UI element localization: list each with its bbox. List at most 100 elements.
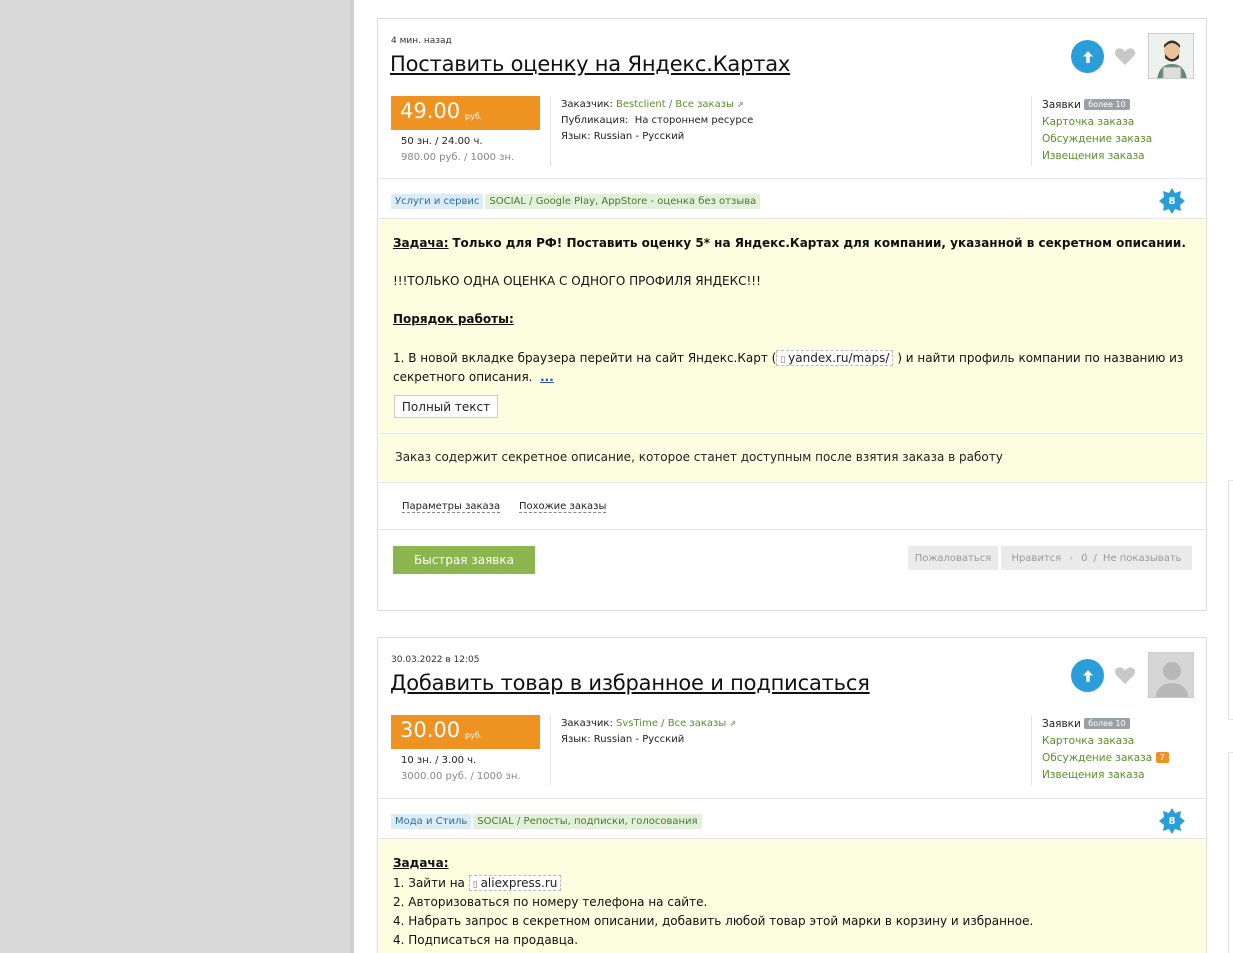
star-number: 8: [1168, 195, 1176, 207]
order-links: Заявки более 10 Карточка заказа Обсужден…: [1042, 716, 1169, 784]
order-title-link[interactable]: Добавить товар в избранное и подписаться: [390, 671, 870, 695]
all-orders-link[interactable]: Все заказы: [668, 718, 727, 729]
order-discussion-link[interactable]: Обсуждение заказа: [1042, 752, 1152, 764]
price-currency: руб.: [465, 731, 483, 740]
order-links: Заявки более 10 Карточка заказа Обсужден…: [1042, 97, 1152, 165]
price-volume: 50 зн. / 24.00 ч.: [401, 136, 483, 147]
language-value: Russian - Русский: [593, 734, 685, 745]
url-chip-text: aliexpress.ru: [480, 876, 558, 890]
full-text-button[interactable]: Полный текст: [394, 395, 498, 418]
publication-label: Публикация:: [561, 115, 629, 126]
chevron-left-icon: ‹: [1069, 552, 1074, 564]
right-side-widget: [1228, 480, 1233, 720]
category-tag[interactable]: Мода и Стиль: [391, 814, 472, 829]
step1-text: 1. Зайти на: [393, 876, 465, 890]
subcategory-tag[interactable]: SOCIAL / Google Play, AppStore - оценка …: [485, 194, 761, 209]
order-time: 4 мин. назад: [391, 36, 452, 46]
level-star-badge: 8: [1158, 187, 1186, 215]
avatar-image-icon: [1149, 34, 1193, 78]
bids-count-badge: более 10: [1084, 99, 1130, 110]
discussion-count-badge: 7: [1155, 752, 1169, 763]
hide-button[interactable]: Не показывать: [1103, 553, 1182, 564]
order-card: 4 мин. назад Поставить оценку на Яндекс.…: [377, 18, 1207, 611]
arrow-up-icon: [1082, 50, 1093, 63]
star-number: 8: [1168, 815, 1176, 827]
heart-icon[interactable]: [1113, 663, 1137, 687]
step3-text: 4. Набрать запрос в секретном описании, …: [393, 914, 1034, 928]
level-star-badge: 8: [1158, 807, 1186, 835]
bids-count-badge: более 10: [1084, 718, 1130, 729]
secret-notice-block: Заказ содержит секретное описание, котор…: [379, 433, 1205, 481]
quick-bid-button[interactable]: Быстрая заявка: [393, 546, 535, 574]
tag-list: Мода и Стиль SOCIAL / Репосты, подписки, …: [391, 814, 704, 829]
heart-icon[interactable]: [1113, 44, 1137, 68]
order-card-link[interactable]: Карточка заказа: [1042, 114, 1152, 131]
step2-text: 2. Авторизоваться по номеру телефона на …: [393, 895, 708, 909]
customer-avatar[interactable]: [1148, 652, 1194, 698]
like-button[interactable]: Нравится: [1011, 553, 1061, 564]
order-title-link[interactable]: Поставить оценку на Яндекс.Картах: [390, 52, 790, 76]
external-link-icon: ⇗: [737, 100, 744, 109]
link-icon: ▯: [780, 355, 789, 365]
secret-notice-text: Заказ содержит секретное описание, котор…: [395, 450, 1003, 464]
order-notices-link[interactable]: Извещения заказа: [1042, 148, 1152, 165]
price-currency: руб.: [465, 112, 483, 121]
more-link[interactable]: ...: [540, 370, 554, 384]
subcategory-tag[interactable]: SOCIAL / Репосты, подписки, голосования: [473, 814, 702, 829]
order-notices-link[interactable]: Извещения заказа: [1042, 767, 1169, 784]
left-panel-edge: [350, 0, 354, 953]
task-label: Задача:: [393, 236, 449, 250]
raise-button[interactable]: [1071, 40, 1104, 73]
task-label: Задача:: [393, 856, 449, 870]
default-avatar-icon: [1149, 653, 1193, 697]
divider: [378, 529, 1206, 530]
category-tag[interactable]: Услуги и сервис: [391, 194, 484, 209]
similar-orders-link[interactable]: Похожие заказы: [519, 501, 607, 513]
step4-text: 4. Подписаться на продавца.: [393, 933, 579, 947]
left-gray-panel: [0, 0, 352, 953]
step1-text-end: секретного описания.: [393, 370, 533, 384]
url-chip[interactable]: ▯ yandex.ru/maps/: [776, 350, 894, 366]
price-box: 30.00 руб.: [391, 715, 540, 749]
only-one-line: !!!ТОЛЬКО ОДНА ОЦЕНКА С ОДНОГО ПРОФИЛЯ Я…: [393, 274, 761, 288]
divider: [378, 178, 1206, 179]
price-rate: 980.00 руб. / 1000 зн.: [401, 152, 515, 163]
bids-link[interactable]: Заявки: [1042, 718, 1081, 730]
language-label: Язык:: [561, 131, 591, 142]
link-icon: ▯: [472, 880, 481, 890]
raise-button[interactable]: [1071, 659, 1104, 692]
bids-link[interactable]: Заявки: [1042, 99, 1081, 111]
url-chip[interactable]: ▯ aliexpress.ru: [468, 875, 562, 891]
description-block: Задача: 1. Зайти на ▯ aliexpress.ru 2. А…: [379, 839, 1205, 953]
task-text: Только для РФ! Поставить оценку 5* на Ян…: [452, 236, 1186, 250]
description-block: Задача: Только для РФ! Поставить оценку …: [379, 219, 1205, 432]
price-volume: 10 зн. / 3.00 ч.: [401, 755, 477, 766]
all-orders-link[interactable]: Все заказы: [675, 99, 734, 110]
customer-avatar[interactable]: [1148, 33, 1194, 79]
order-params-link[interactable]: Параметры заказа: [402, 501, 501, 513]
divider: [550, 96, 551, 166]
customer-link[interactable]: SvsTime: [616, 718, 658, 729]
divider: [378, 482, 1206, 483]
right-side-widget: [1228, 752, 1233, 953]
step1-text-cont: ) и найти профиль компании по названию и…: [897, 351, 1184, 365]
customer-link[interactable]: Bestclient: [616, 99, 666, 110]
order-card-link[interactable]: Карточка заказа: [1042, 733, 1169, 750]
divider: [1031, 715, 1032, 785]
price-value: 49.00: [400, 99, 461, 123]
divider: [378, 798, 1206, 799]
order-card: 30.03.2022 в 12:05 Добавить товар в избр…: [377, 637, 1207, 953]
language-label: Язык:: [561, 734, 591, 745]
divider: [1031, 96, 1032, 166]
order-info: Заказчик: SvsTime / Все заказы ⇗ Язык: R…: [561, 718, 737, 745]
procedure-label: Порядок работы:: [393, 312, 514, 326]
external-link-icon: ⇗: [729, 719, 737, 728]
order-info: Заказчик: Bestclient / Все заказы ⇗ Публ…: [561, 99, 754, 142]
customer-label: Заказчик:: [561, 718, 613, 729]
like-hide-bar: Нравится ‹ 0 / Не показывать: [1001, 546, 1192, 570]
price-box: 49.00 руб.: [391, 96, 540, 130]
publication-value: На стороннем ресурсе: [634, 115, 754, 126]
complain-button[interactable]: Пожаловаться: [908, 546, 998, 570]
like-count: 0: [1081, 552, 1088, 564]
order-discussion-link[interactable]: Обсуждение заказа: [1042, 131, 1152, 148]
